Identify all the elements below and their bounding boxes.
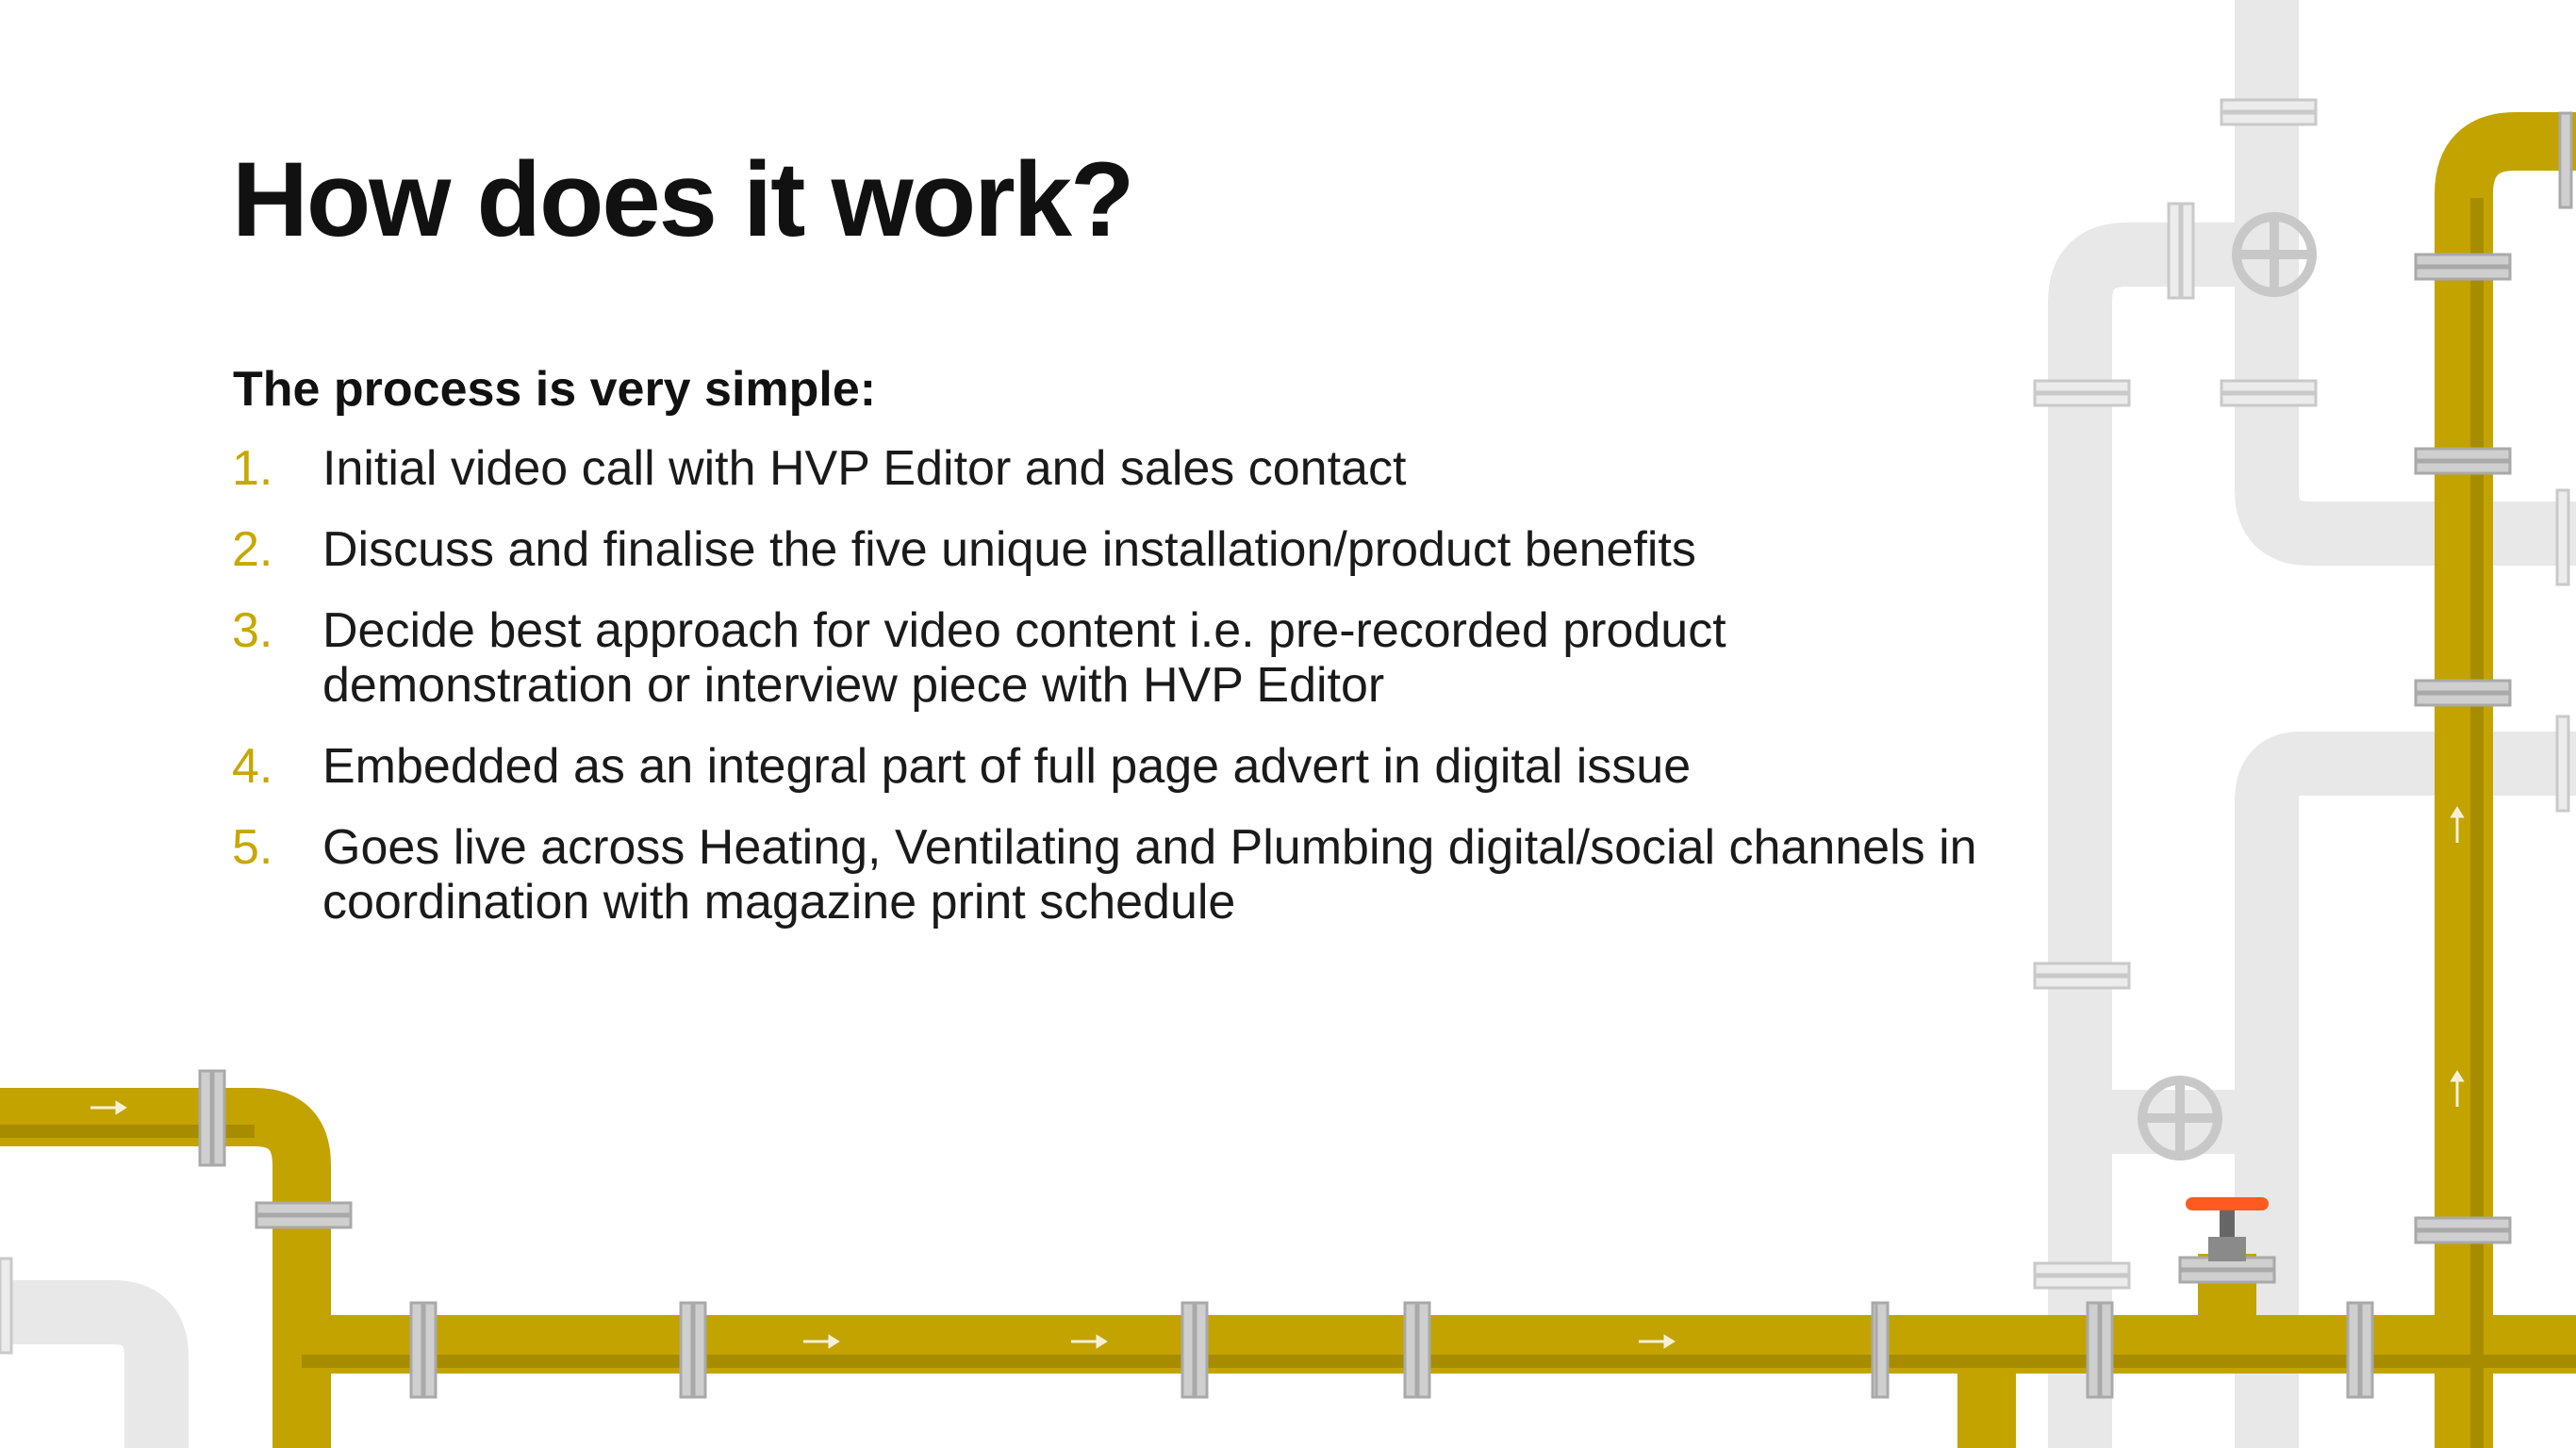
slide: How does it work? The process is very si…	[0, 0, 2576, 1448]
step-number: 3.	[232, 603, 273, 658]
process-steps-list: 1. Initial video call with HVP Editor an…	[232, 441, 2023, 956]
list-item: 3. Decide best approach for video conten…	[232, 603, 2023, 713]
step-text: Discuss and finalise the five unique ins…	[322, 522, 1696, 577]
list-item: 2. Discuss and finalise the five unique …	[232, 522, 2023, 577]
list-item: 5. Goes live across Heating, Ventilating…	[232, 820, 2023, 930]
step-number: 2.	[232, 522, 273, 577]
intro-text: The process is very simple:	[233, 362, 877, 417]
step-number: 4.	[232, 739, 273, 794]
step-text: Decide best approach for video content i…	[322, 603, 1726, 713]
step-text: Initial video call with HVP Editor and s…	[322, 441, 1407, 496]
page-title: How does it work?	[232, 140, 1134, 258]
step-text: Goes live across Heating, Ventilating an…	[322, 820, 1977, 930]
step-number: 5.	[232, 820, 273, 875]
step-number: 1.	[232, 441, 273, 496]
grey-pipe-bottom-left	[0, 1280, 189, 1448]
step-text: Embedded as an integral part of full pag…	[322, 739, 1692, 794]
list-item: 1. Initial video call with HVP Editor an…	[232, 441, 2023, 496]
list-item: 4. Embedded as an integral part of full …	[232, 739, 2023, 794]
